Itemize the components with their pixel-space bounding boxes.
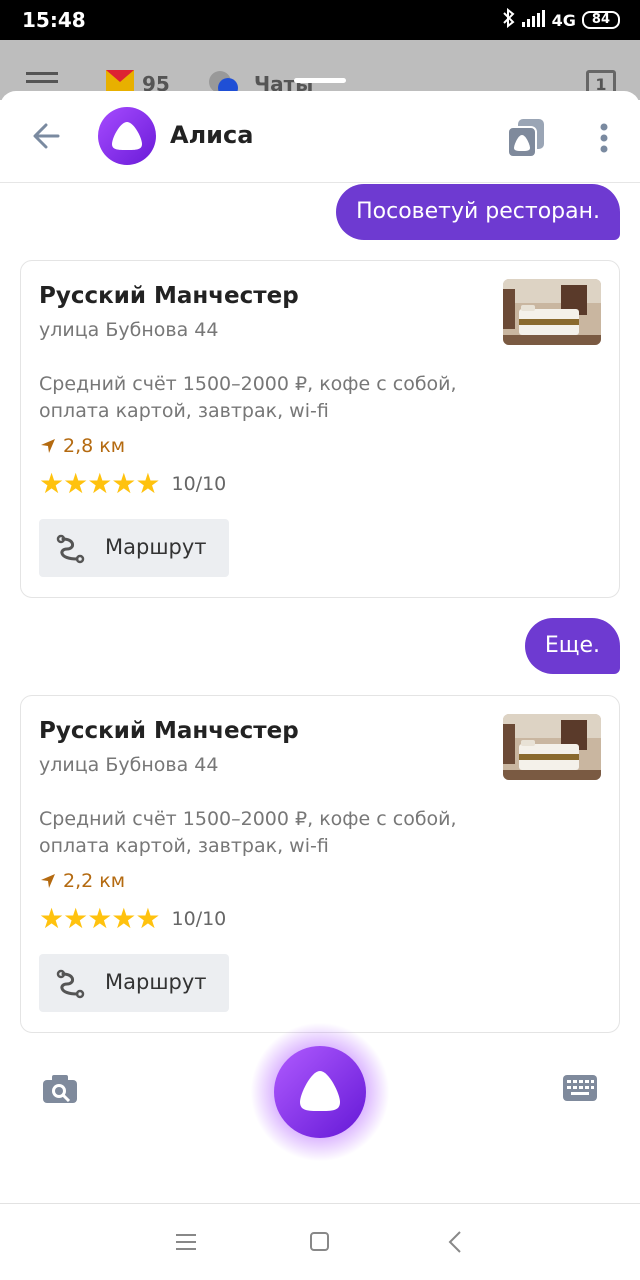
card-address: улица Бубнова 44 <box>39 319 219 341</box>
more-vertical-icon <box>600 123 608 153</box>
restaurant-photo[interactable] <box>503 714 601 780</box>
battery-indicator: 84 <box>581 11 620 29</box>
card-rating: ★★★★★ 10/10 <box>39 902 226 935</box>
chevron-left-icon <box>448 1231 461 1253</box>
navigation-arrow-icon <box>41 874 55 888</box>
distance-value: 2,2 км <box>63 870 126 892</box>
page-title: Алиса <box>170 121 254 149</box>
card-title: Русский Манчестер <box>39 718 299 744</box>
card-rating: ★★★★★ 10/10 <box>39 467 226 500</box>
route-icon <box>56 969 85 999</box>
recents-button[interactable] <box>176 1232 200 1258</box>
card-distance: 2,8 км <box>39 435 125 457</box>
system-back-button[interactable] <box>446 1230 466 1258</box>
route-button-label: Маршрут <box>105 970 207 994</box>
status-bar: 15:48 4G 84 <box>0 0 640 40</box>
alice-voice-button[interactable] <box>274 1046 366 1138</box>
alice-avatar <box>98 107 156 165</box>
route-button[interactable]: Маршрут <box>39 954 229 1012</box>
card-description: Средний счёт 1500–2000 ₽, кофе с собой, … <box>39 373 457 422</box>
card-address: улица Бубнова 44 <box>39 754 219 776</box>
user-message: Посоветуй ресторан. <box>336 184 620 240</box>
network-type: 4G <box>551 10 576 30</box>
keyboard-icon <box>563 1075 597 1101</box>
bluetooth-icon <box>502 7 516 32</box>
alice-logo-icon <box>300 1071 340 1111</box>
navigation-arrow-icon <box>41 439 55 453</box>
alice-logo-icon <box>112 122 142 150</box>
route-icon <box>56 534 85 564</box>
card-distance: 2,2 км <box>39 870 125 892</box>
sheet-handle[interactable] <box>294 78 346 83</box>
signal-icon <box>521 9 546 31</box>
route-button[interactable]: Маршрут <box>39 519 229 577</box>
status-indicators: 4G 84 <box>502 7 620 32</box>
back-button[interactable] <box>28 117 66 155</box>
skills-button[interactable] <box>504 115 548 159</box>
card-description: Средний счёт 1500–2000 ₽, кофе с собой, … <box>39 808 457 857</box>
home-square-icon <box>310 1232 329 1251</box>
restaurant-card[interactable]: Русский Манчестер улица Бубнова 44 Средн… <box>20 695 620 1033</box>
rating-stars: ★★★★★ <box>39 902 161 935</box>
status-time: 15:48 <box>22 8 86 32</box>
keyboard-button[interactable] <box>562 1074 598 1102</box>
camera-search-icon <box>43 1075 77 1103</box>
restaurant-photo[interactable] <box>503 279 601 345</box>
system-navigation-bar <box>0 1203 640 1280</box>
restaurant-card[interactable]: Русский Манчестер улица Бубнова 44 Средн… <box>20 260 620 598</box>
more-button[interactable] <box>594 119 614 159</box>
alice-header: Алиса <box>0 91 640 183</box>
route-button-label: Маршрут <box>105 535 207 559</box>
menu-lines-icon <box>176 1234 196 1250</box>
distance-value: 2,8 км <box>63 435 126 457</box>
camera-button[interactable] <box>42 1074 78 1104</box>
card-title: Русский Манчестер <box>39 283 299 309</box>
skills-icon <box>507 119 544 158</box>
rating-value: 10/10 <box>171 472 227 495</box>
user-message: Еще. <box>524 618 620 674</box>
home-button[interactable] <box>309 1231 331 1257</box>
rating-value: 10/10 <box>171 907 227 930</box>
rating-stars: ★★★★★ <box>39 467 161 500</box>
